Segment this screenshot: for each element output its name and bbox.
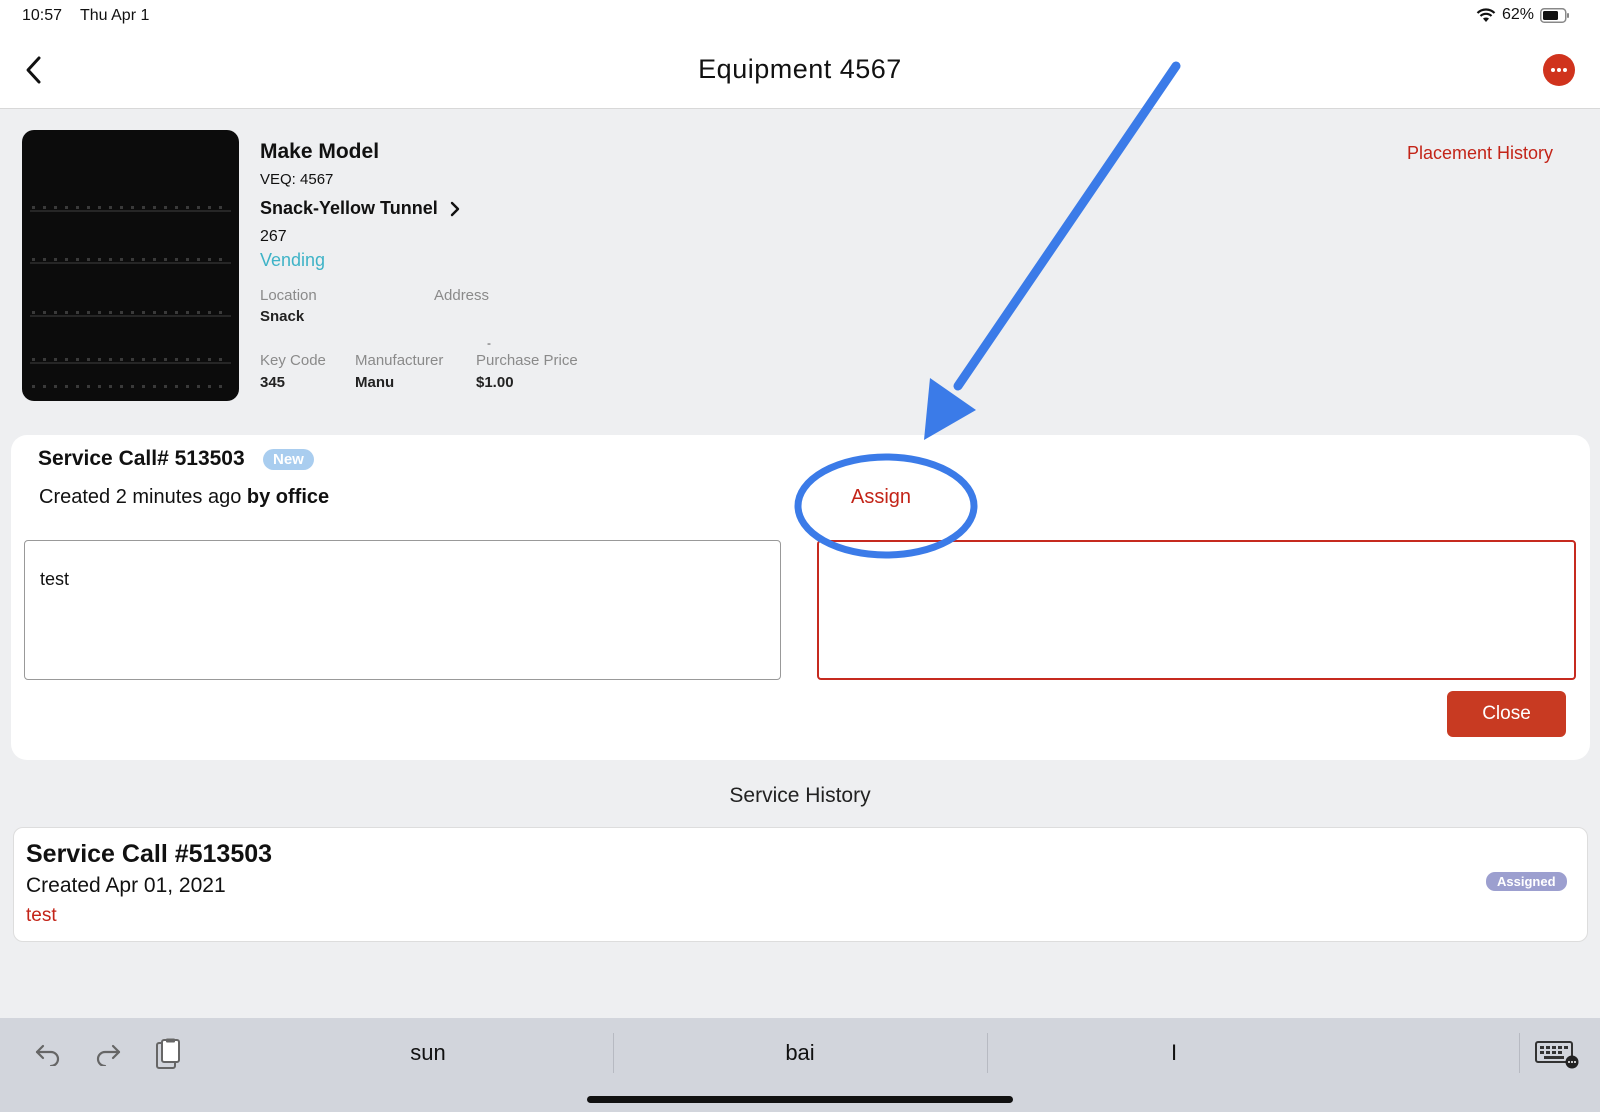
history-item-note: test [26, 905, 57, 926]
history-item[interactable]: Service Call #513503 Created Apr 01, 202… [13, 827, 1588, 942]
assign-button[interactable]: Assign [851, 486, 911, 509]
key-code-label: Key Code [260, 352, 326, 369]
status-right: 62% [1476, 6, 1570, 24]
undo-button[interactable] [30, 1036, 66, 1072]
make-model: Make Model [260, 140, 380, 163]
suggestion-2[interactable]: bai [615, 1040, 985, 1066]
clipboard-icon [156, 1038, 180, 1069]
purchase-price-value: $1.00 [476, 374, 514, 391]
keyboard-icon [1535, 1041, 1579, 1069]
veq-id: VEQ: 4567 [260, 171, 334, 188]
address-label: Address [434, 287, 490, 304]
battery-icon [1540, 7, 1570, 23]
more-options-button[interactable] [1543, 54, 1575, 86]
redo-icon [96, 1044, 121, 1066]
wifi-icon [1476, 7, 1496, 23]
annotation-arrow-shaft [953, 61, 1181, 391]
close-button[interactable]: Close [1447, 691, 1566, 737]
dismiss-keyboard-button[interactable] [1534, 1036, 1580, 1072]
assignee-field[interactable] [817, 540, 1576, 680]
price-dash: - [487, 336, 491, 350]
battery-percent: 62% [1501, 6, 1534, 23]
equipment-number: 267 [260, 228, 287, 245]
status-bar: 10:57 Thu Apr 1 62% [0, 0, 1600, 34]
undo-icon [35, 1044, 60, 1066]
location-link-label: Snack-Yellow Tunnel [260, 198, 438, 218]
suggestion-3[interactable]: I [989, 1040, 1359, 1066]
history-status-badge: Assigned [1486, 872, 1567, 891]
status-badge: New [263, 449, 314, 470]
service-call-title: Service Call# 513503 [38, 447, 245, 470]
service-history-title: Service History [729, 784, 871, 807]
manufacturer-label: Manufacturer [355, 352, 444, 369]
location-label: Location [260, 287, 317, 304]
equipment-photo [22, 130, 239, 401]
created-by: by office [246, 486, 330, 508]
status-time: 10:57 [22, 7, 63, 24]
placement-history-link[interactable]: Placement History [1407, 143, 1553, 164]
location-value: Snack [260, 308, 305, 325]
paste-button[interactable] [150, 1036, 186, 1072]
created-time: Created 2 minutes ago [39, 486, 247, 508]
history-item-title: Service Call #513503 [26, 840, 273, 868]
status-date: Thu Apr 1 [80, 7, 150, 24]
nav-bar: Equipment 4567 [0, 34, 1600, 109]
chevron-right-icon [450, 201, 459, 216]
service-call-card: Service Call# 513503 New Created 2 minut… [11, 435, 1590, 760]
suggestion-1[interactable]: sun [243, 1040, 613, 1066]
home-indicator [587, 1096, 1013, 1103]
manufacturer-value: Manu [355, 374, 395, 391]
key-code-value: 345 [260, 374, 286, 391]
created-line: Created 2 minutes ago by office [39, 486, 329, 509]
page-title: Equipment 4567 [698, 54, 902, 84]
equipment-category: Vending [260, 250, 326, 270]
ellipsis-icon [1551, 68, 1567, 72]
location-link[interactable]: Snack-Yellow Tunnel [260, 198, 460, 219]
history-item-created: Created Apr 01, 2021 [26, 874, 226, 897]
notes-field[interactable]: test [24, 540, 781, 680]
purchase-price-label: Purchase Price [476, 352, 578, 369]
redo-button[interactable] [90, 1036, 126, 1072]
annotation-arrow-head [924, 378, 976, 440]
